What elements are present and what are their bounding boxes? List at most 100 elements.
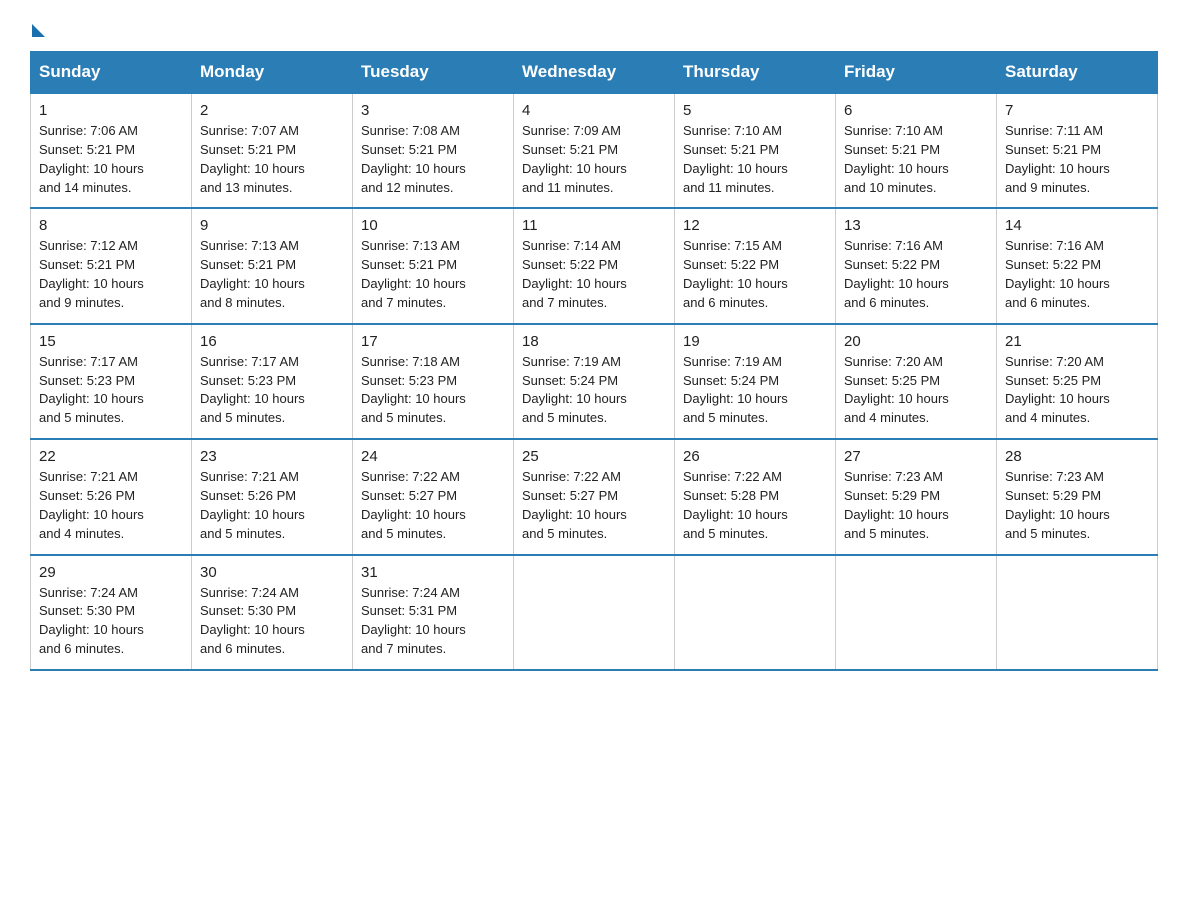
calendar-week-row: 22Sunrise: 7:21 AMSunset: 5:26 PMDayligh…: [31, 439, 1158, 554]
calendar-cell: 30 Sunrise: 7:24 AMSunset: 5:30 PMDayligh…: [192, 555, 353, 670]
day-number: 3: [361, 102, 505, 119]
calendar-cell: 6Sunrise: 7:10 AMSunset: 5:21 PMDaylight…: [836, 93, 997, 208]
calendar-cell: 24 Sunrise: 7:22 AMSunset: 5:27 PMDayligh…: [353, 439, 514, 554]
day-info: Sunrise: 7:22 AMSunset: 5:27 PMDaylight:…: [522, 468, 666, 543]
day-number: 27: [844, 448, 988, 465]
day-info: Sunrise: 7:16 AMSunset: 5:22 PMDaylight:…: [1005, 237, 1149, 312]
day-number: 10: [361, 217, 505, 234]
day-info: Sunrise: 7:15 AMSunset: 5:22 PMDaylight:…: [683, 237, 827, 312]
day-number: 20: [844, 333, 988, 350]
day-info: Sunrise: 7:24 AMSunset: 5:30 PMDaylight:…: [200, 584, 344, 659]
day-number: 4: [522, 102, 666, 119]
calendar-cell: 13 Sunrise: 7:16 AMSunset: 5:22 PMDayligh…: [836, 208, 997, 323]
calendar-cell: 31 Sunrise: 7:24 AMSunset: 5:31 PMDayligh…: [353, 555, 514, 670]
day-number: 25: [522, 448, 666, 465]
day-number: 17: [361, 333, 505, 350]
day-info: Sunrise: 7:22 AMSunset: 5:28 PMDaylight:…: [683, 468, 827, 543]
day-info: Sunrise: 7:11 AMSunset: 5:21 PMDaylight:…: [1005, 122, 1149, 197]
day-info: Sunrise: 7:14 AMSunset: 5:22 PMDaylight:…: [522, 237, 666, 312]
day-info: Sunrise: 7:10 AMSunset: 5:21 PMDaylight:…: [683, 122, 827, 197]
logo: [30, 20, 45, 33]
day-number: 30: [200, 564, 344, 581]
day-info: Sunrise: 7:23 AMSunset: 5:29 PMDaylight:…: [844, 468, 988, 543]
calendar-cell: [514, 555, 675, 670]
day-info: Sunrise: 7:09 AMSunset: 5:21 PMDaylight:…: [522, 122, 666, 197]
calendar-cell: 4 Sunrise: 7:09 AMSunset: 5:21 PMDaylight…: [514, 93, 675, 208]
calendar-table: SundayMondayTuesdayWednesdayThursdayFrid…: [30, 51, 1158, 671]
day-number: 28: [1005, 448, 1149, 465]
weekday-header-thursday: Thursday: [675, 52, 836, 94]
day-info: Sunrise: 7:12 AMSunset: 5:21 PMDaylight:…: [39, 237, 183, 312]
weekday-header-sunday: Sunday: [31, 52, 192, 94]
calendar-cell: 10 Sunrise: 7:13 AMSunset: 5:21 PMDayligh…: [353, 208, 514, 323]
calendar-cell: [675, 555, 836, 670]
calendar-cell: 14 Sunrise: 7:16 AMSunset: 5:22 PMDayligh…: [997, 208, 1158, 323]
day-info: Sunrise: 7:21 AMSunset: 5:26 PMDaylight:…: [200, 468, 344, 543]
calendar-week-row: 8 Sunrise: 7:12 AMSunset: 5:21 PMDaylight…: [31, 208, 1158, 323]
calendar-cell: [997, 555, 1158, 670]
day-number: 15: [39, 333, 183, 350]
calendar-week-row: 1 Sunrise: 7:06 AMSunset: 5:21 PMDaylight…: [31, 93, 1158, 208]
calendar-week-row: 15 Sunrise: 7:17 AMSunset: 5:23 PMDayligh…: [31, 324, 1158, 439]
day-number: 5: [683, 102, 827, 119]
calendar-cell: 23 Sunrise: 7:21 AMSunset: 5:26 PMDayligh…: [192, 439, 353, 554]
page-header: [30, 20, 1158, 33]
day-number: 9: [200, 217, 344, 234]
day-number: 8: [39, 217, 183, 234]
calendar-cell: 28Sunrise: 7:23 AMSunset: 5:29 PMDayligh…: [997, 439, 1158, 554]
calendar-cell: [836, 555, 997, 670]
calendar-cell: 20 Sunrise: 7:20 AMSunset: 5:25 PMDayligh…: [836, 324, 997, 439]
day-info: Sunrise: 7:10 AMSunset: 5:21 PMDaylight:…: [844, 122, 988, 197]
calendar-cell: 18Sunrise: 7:19 AMSunset: 5:24 PMDayligh…: [514, 324, 675, 439]
calendar-cell: 25 Sunrise: 7:22 AMSunset: 5:27 PMDayligh…: [514, 439, 675, 554]
day-number: 13: [844, 217, 988, 234]
day-number: 2: [200, 102, 344, 119]
day-info: Sunrise: 7:22 AMSunset: 5:27 PMDaylight:…: [361, 468, 505, 543]
calendar-cell: 9 Sunrise: 7:13 AMSunset: 5:21 PMDaylight…: [192, 208, 353, 323]
calendar-cell: 27 Sunrise: 7:23 AMSunset: 5:29 PMDayligh…: [836, 439, 997, 554]
calendar-cell: 17 Sunrise: 7:18 AMSunset: 5:23 PMDayligh…: [353, 324, 514, 439]
day-info: Sunrise: 7:16 AMSunset: 5:22 PMDaylight:…: [844, 237, 988, 312]
calendar-week-row: 29 Sunrise: 7:24 AMSunset: 5:30 PMDayligh…: [31, 555, 1158, 670]
day-info: Sunrise: 7:21 AMSunset: 5:26 PMDaylight:…: [39, 468, 183, 543]
weekday-header-monday: Monday: [192, 52, 353, 94]
day-info: Sunrise: 7:24 AMSunset: 5:31 PMDaylight:…: [361, 584, 505, 659]
calendar-cell: 19Sunrise: 7:19 AMSunset: 5:24 PMDayligh…: [675, 324, 836, 439]
calendar-cell: 11 Sunrise: 7:14 AMSunset: 5:22 PMDayligh…: [514, 208, 675, 323]
calendar-cell: 22Sunrise: 7:21 AMSunset: 5:26 PMDayligh…: [31, 439, 192, 554]
day-info: Sunrise: 7:17 AMSunset: 5:23 PMDaylight:…: [200, 353, 344, 428]
day-info: Sunrise: 7:20 AMSunset: 5:25 PMDaylight:…: [1005, 353, 1149, 428]
day-number: 21: [1005, 333, 1149, 350]
weekday-header-saturday: Saturday: [997, 52, 1158, 94]
day-info: Sunrise: 7:19 AMSunset: 5:24 PMDaylight:…: [522, 353, 666, 428]
day-info: Sunrise: 7:18 AMSunset: 5:23 PMDaylight:…: [361, 353, 505, 428]
day-number: 23: [200, 448, 344, 465]
day-number: 11: [522, 217, 666, 234]
day-info: Sunrise: 7:06 AMSunset: 5:21 PMDaylight:…: [39, 122, 183, 197]
calendar-cell: 5 Sunrise: 7:10 AMSunset: 5:21 PMDaylight…: [675, 93, 836, 208]
day-info: Sunrise: 7:20 AMSunset: 5:25 PMDaylight:…: [844, 353, 988, 428]
weekday-header-wednesday: Wednesday: [514, 52, 675, 94]
day-number: 14: [1005, 217, 1149, 234]
day-info: Sunrise: 7:08 AMSunset: 5:21 PMDaylight:…: [361, 122, 505, 197]
day-number: 31: [361, 564, 505, 581]
calendar-cell: 12 Sunrise: 7:15 AMSunset: 5:22 PMDayligh…: [675, 208, 836, 323]
day-info: Sunrise: 7:17 AMSunset: 5:23 PMDaylight:…: [39, 353, 183, 428]
day-number: 1: [39, 102, 183, 119]
day-info: Sunrise: 7:13 AMSunset: 5:21 PMDaylight:…: [200, 237, 344, 312]
day-info: Sunrise: 7:24 AMSunset: 5:30 PMDaylight:…: [39, 584, 183, 659]
weekday-header-row: SundayMondayTuesdayWednesdayThursdayFrid…: [31, 52, 1158, 94]
calendar-cell: 29 Sunrise: 7:24 AMSunset: 5:30 PMDayligh…: [31, 555, 192, 670]
day-number: 12: [683, 217, 827, 234]
day-number: 24: [361, 448, 505, 465]
calendar-cell: 26Sunrise: 7:22 AMSunset: 5:28 PMDayligh…: [675, 439, 836, 554]
calendar-cell: 21 Sunrise: 7:20 AMSunset: 5:25 PMDayligh…: [997, 324, 1158, 439]
day-number: 7: [1005, 102, 1149, 119]
weekday-header-friday: Friday: [836, 52, 997, 94]
day-info: Sunrise: 7:19 AMSunset: 5:24 PMDaylight:…: [683, 353, 827, 428]
weekday-header-tuesday: Tuesday: [353, 52, 514, 94]
day-number: 29: [39, 564, 183, 581]
calendar-cell: 7 Sunrise: 7:11 AMSunset: 5:21 PMDaylight…: [997, 93, 1158, 208]
calendar-cell: 3 Sunrise: 7:08 AMSunset: 5:21 PMDaylight…: [353, 93, 514, 208]
day-info: Sunrise: 7:13 AMSunset: 5:21 PMDaylight:…: [361, 237, 505, 312]
